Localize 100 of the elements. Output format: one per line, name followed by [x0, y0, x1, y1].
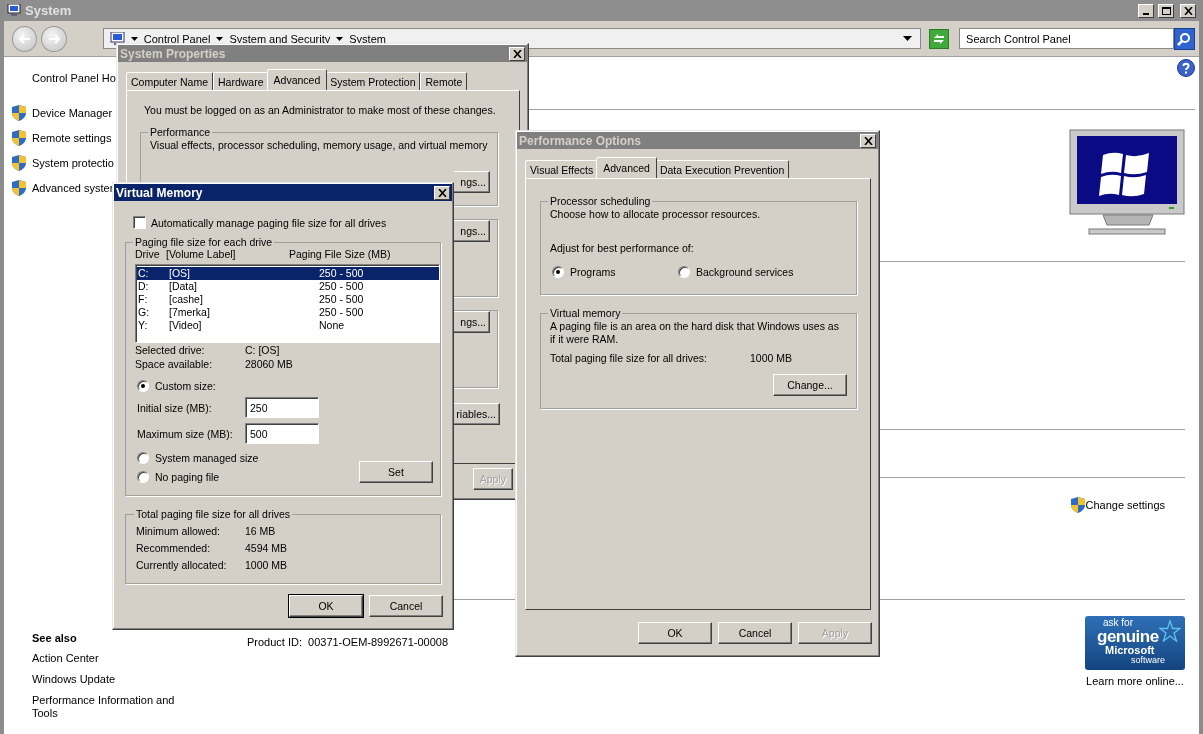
dialog-button[interactable]: OK	[638, 622, 712, 644]
group-label: Processor scheduling	[549, 195, 652, 207]
learn-more-link[interactable]: Learn more online...	[1086, 675, 1184, 687]
drive-row[interactable]: Y: [Video] None	[137, 319, 439, 332]
group-label: Virtual memory	[549, 307, 622, 319]
forward-button[interactable]	[41, 25, 67, 52]
caret-icon[interactable]	[216, 36, 224, 41]
search-field[interactable]: Search Control Panel	[959, 28, 1174, 49]
total-value: 1000 MB	[750, 352, 793, 364]
star-icon	[1159, 620, 1181, 642]
radio-button[interactable]	[137, 380, 149, 392]
see-also-link[interactable]: Windows Update	[32, 673, 182, 686]
radio-button[interactable]	[137, 452, 149, 464]
shield-icon	[12, 105, 26, 121]
tab[interactable]: Advanced	[266, 69, 328, 90]
drive-row[interactable]: C: [OS] 250 - 500	[137, 267, 439, 280]
genuine-badge[interactable]: ask for genuine Microsoft software	[1085, 616, 1185, 670]
shield-icon	[1070, 497, 1085, 513]
dialog-title: Virtual Memory	[116, 185, 203, 200]
settings-button[interactable]: ngs...	[454, 220, 490, 242]
tab[interactable]: System Protection	[325, 72, 421, 90]
total-value: 1000 MB	[245, 559, 288, 571]
change-settings-link[interactable]: Change settings	[1085, 499, 1165, 511]
description-text: A paging file is an area on the hard disk that Windows uses as if it were RAM.	[550, 320, 840, 346]
task-link[interactable]: Device Manager	[32, 107, 113, 119]
checkbox-label: Automatically manage paging file size for all drives	[151, 216, 387, 229]
task-link[interactable]: Remote settings	[32, 132, 112, 144]
dialog-button[interactable]: OK	[289, 595, 363, 617]
caret-icon[interactable]	[130, 36, 138, 41]
info-label: Space available:	[135, 357, 214, 371]
drive-row[interactable]: G: [7merka] 250 - 500	[137, 306, 439, 319]
radio-label: Programs	[570, 266, 616, 278]
tab[interactable]: Advanced	[596, 157, 657, 178]
shield-icon	[12, 180, 26, 196]
radio-label: No paging file	[155, 471, 220, 483]
shield-icon	[12, 155, 26, 171]
tab[interactable]: Visual Effects	[525, 160, 599, 178]
see-also-link[interactable]: Performance Information and Tools	[32, 694, 182, 720]
radio-button[interactable]	[137, 471, 149, 483]
input-field[interactable]: 500	[245, 423, 319, 444]
computer-icon	[7, 4, 21, 17]
minimize-button[interactable]	[1138, 3, 1154, 18]
dialog-title: System Properties	[120, 46, 226, 61]
environment-variables-button[interactable]: riables...	[454, 403, 500, 425]
task-link[interactable]: System protectio	[32, 157, 114, 169]
help-icon[interactable]	[1177, 59, 1195, 77]
caret-icon[interactable]	[336, 36, 344, 41]
info-value: 28060 MB	[245, 357, 293, 371]
column-header: Drive	[135, 248, 161, 260]
description-text: Choose how to allocate processor resources.	[550, 208, 762, 220]
window-title: System	[25, 3, 72, 18]
breadcrumb-link[interactable]: Control Panel	[143, 32, 211, 45]
total-label: Currently allocated:	[136, 559, 228, 571]
settings-button[interactable]: ngs...	[454, 171, 490, 193]
group-label: Total paging file size for all drives	[135, 508, 292, 520]
task-link[interactable]: Advanced syster	[32, 182, 114, 194]
total-label: Recommended:	[136, 542, 212, 554]
radio-button[interactable]	[678, 266, 690, 278]
info-label: Selected drive:	[135, 343, 206, 357]
back-button[interactable]	[12, 25, 38, 52]
breadcrumb-link[interactable]: System and Security	[229, 32, 331, 45]
field-label: Maximum size (MB):	[137, 427, 234, 440]
total-value: 4594 MB	[245, 542, 288, 554]
drive-row[interactable]: D: [Data] 250 - 500	[137, 280, 439, 293]
drive-row[interactable]: F: [cashe] 250 - 500	[137, 293, 439, 306]
change-button[interactable]: Change...	[773, 374, 847, 396]
total-value: 16 MB	[245, 525, 276, 537]
column-header: [Volume Label]	[166, 248, 237, 260]
tab[interactable]: Computer Name	[126, 72, 214, 90]
computer-icon	[109, 31, 125, 46]
product-id-label: Product ID:	[247, 636, 303, 648]
badge-text: Microsoft	[1105, 645, 1155, 656]
input-field[interactable]: 250	[245, 397, 319, 418]
group-label: Paging file size for each drive	[134, 236, 274, 248]
badge-text: genuine	[1097, 628, 1159, 645]
section-heading: See also	[32, 632, 78, 644]
radio-label: System managed size	[155, 452, 259, 464]
radio-button[interactable]	[552, 266, 564, 278]
column-header: Paging File Size (MB)	[289, 248, 391, 260]
dialog-button[interactable]: Cancel	[369, 595, 443, 617]
breadcrumb-link[interactable]: System	[349, 32, 386, 45]
field-label: Initial size (MB):	[137, 401, 213, 414]
tab[interactable]: Hardware	[213, 72, 269, 90]
notice-text: You must be logged on as an Administrator to make most of these changes.	[144, 104, 497, 116]
description-text: Visual effects, processor scheduling, memory usage, and virtual memory	[150, 139, 489, 151]
dialog-button[interactable]: Cancel	[718, 622, 792, 644]
tab[interactable]: Remote	[420, 72, 468, 90]
radio-label: Custom size:	[155, 380, 216, 392]
set-button[interactable]: Set	[359, 461, 433, 483]
settings-button[interactable]: ngs...	[454, 311, 490, 333]
checkbox[interactable]	[133, 216, 146, 229]
badge-text: software	[1131, 656, 1165, 665]
product-id-value: 00371-OEM-8992671-00008	[308, 636, 449, 648]
total-label: Total paging file size for all drives:	[550, 352, 708, 364]
prompt-text: Adjust for best performance of:	[550, 242, 695, 254]
dropdown-caret-icon[interactable]	[902, 36, 912, 41]
tab[interactable]: Data Execution Prevention	[654, 160, 790, 178]
shield-icon	[12, 130, 26, 146]
see-also-link[interactable]: Action Center	[32, 652, 182, 665]
dialog-title: Performance Options	[519, 133, 642, 148]
